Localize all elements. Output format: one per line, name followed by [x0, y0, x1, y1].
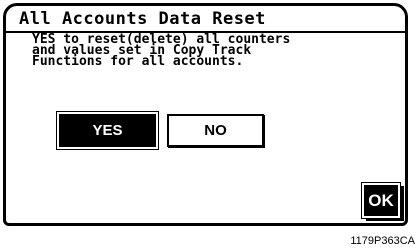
message-line: Functions for all accounts.	[32, 54, 244, 69]
title-bar: All Accounts Data Reset	[6, 6, 405, 33]
dialog-message: YES to reset(delete) all counters and va…	[32, 33, 392, 69]
ok-button[interactable]: OK	[361, 182, 401, 219]
no-button[interactable]: NO	[167, 114, 264, 147]
yes-button[interactable]: YES	[59, 114, 156, 147]
dialog-title: All Accounts Data Reset	[19, 9, 266, 29]
figure-caption: 1179P363CA	[350, 235, 415, 247]
